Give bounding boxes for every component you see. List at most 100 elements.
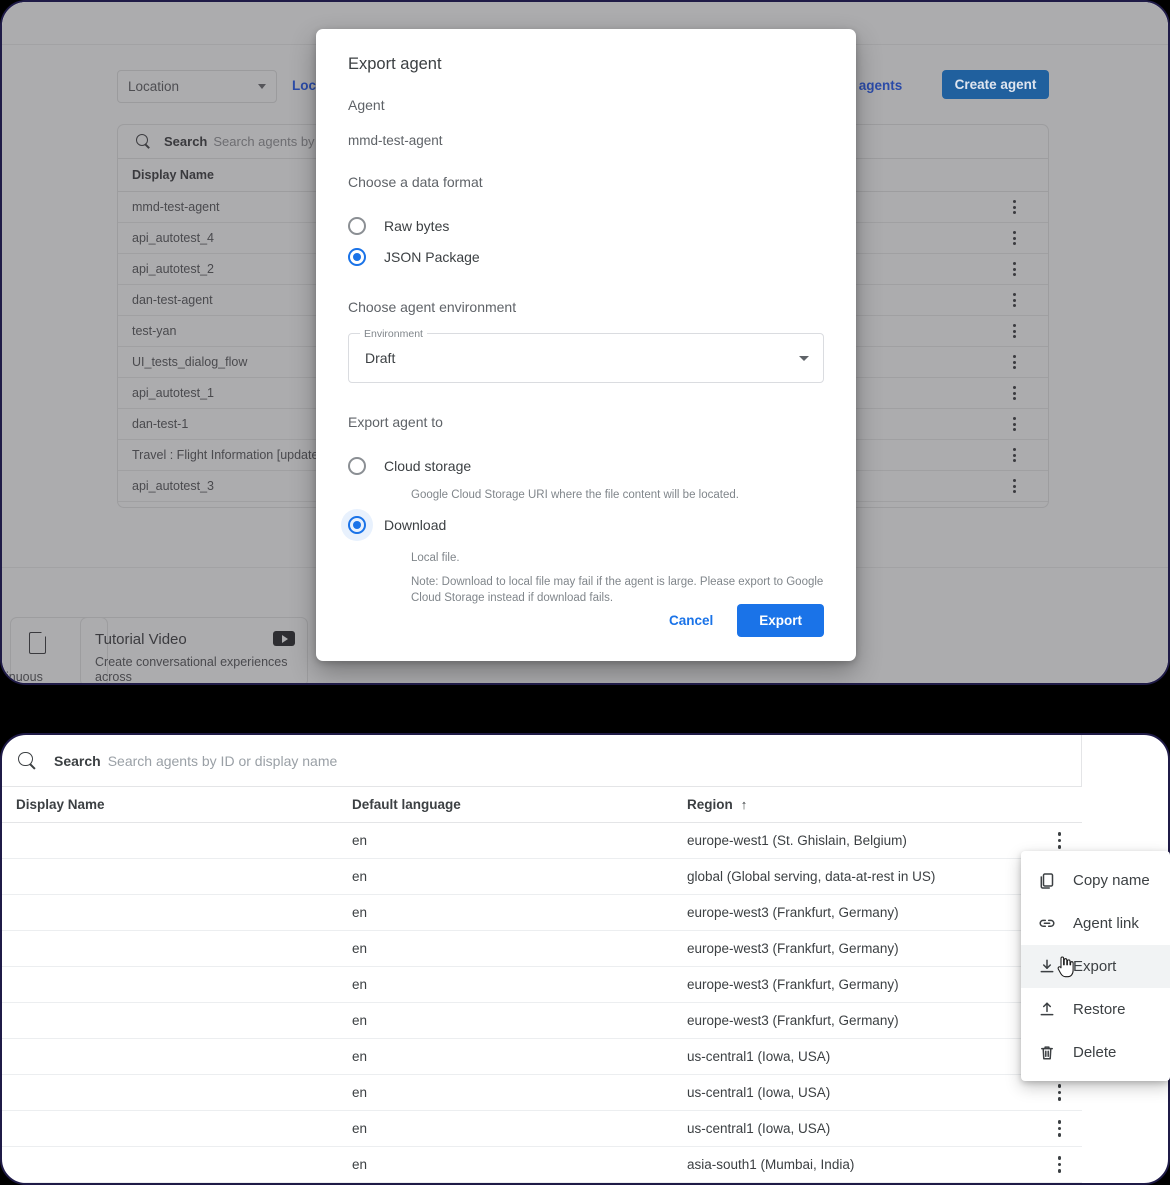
radio-checked-icon[interactable] (348, 247, 366, 266)
row-menu-icon[interactable] (1013, 200, 1016, 214)
menu-item-export[interactable]: Export (1021, 945, 1170, 988)
cell-region: europe-west1 (St. Ghislain, Belgium) (687, 833, 907, 848)
radio-option-json-package[interactable]: JSON Package (348, 241, 824, 272)
row-menu-icon[interactable] (1013, 448, 1016, 462)
search-label: Search (164, 134, 208, 149)
tutorial-video-subtitle: Create conversational experiences across (95, 655, 288, 684)
agent-section-label: Agent (348, 97, 385, 113)
row-menu-icon[interactable] (1013, 324, 1016, 338)
menu-item-label: Delete (1073, 1044, 1117, 1061)
cell-default-language: en (352, 977, 368, 992)
radio-option-raw-bytes[interactable]: Raw bytes (348, 210, 824, 241)
row-menu-icon[interactable] (1013, 479, 1016, 493)
column-header-region[interactable]: Region ↑ (687, 797, 1037, 812)
column-header-display-name: Display Name (132, 168, 214, 182)
cell-region: europe-west3 (Frankfurt, Germany) (687, 977, 899, 992)
cell-region: global (Global serving, data-at-rest in … (687, 869, 936, 884)
youtube-play-icon (273, 631, 295, 646)
cell-region: us-central1 (Iowa, USA) (687, 1049, 831, 1064)
location-filter-label: Location (128, 79, 180, 94)
radio-unchecked-icon[interactable] (348, 216, 366, 235)
table-row[interactable]: en us-central1 (Iowa, USA) (2, 1039, 1082, 1075)
top-screenshot-panel: Location Loca -built agents Create agent… (0, 0, 1170, 685)
cell-default-language: en (352, 1049, 368, 1064)
data-format-radio-group: Raw bytes JSON Package (348, 210, 824, 272)
download-note: Note: Download to local file may fail if… (411, 576, 824, 604)
more-vert-icon (1057, 1120, 1062, 1137)
cell-region: europe-west3 (Frankfurt, Germany) (687, 905, 899, 920)
cell-default-language: en (352, 941, 368, 956)
menu-item-restore[interactable]: Restore (1021, 988, 1170, 1031)
cell-default-language: en (352, 833, 368, 848)
environment-section-label: Choose agent environment (348, 299, 517, 315)
row-menu-button[interactable] (1037, 832, 1082, 849)
row-menu-icon[interactable] (1013, 231, 1016, 245)
radio-option-download[interactable]: Download (341, 508, 824, 541)
row-menu-icon[interactable] (1013, 293, 1016, 307)
table-row[interactable]: en global (Global serving, data-at-rest … (2, 859, 1082, 895)
tutorial-video-card[interactable]: Tutorial Video Create conversational exp… (80, 617, 308, 684)
table-row[interactable]: en asia-south1 (Mumbai, India) (2, 1147, 1082, 1183)
tutorial-video-title: Tutorial Video (95, 631, 187, 648)
row-menu-button[interactable] (1037, 1084, 1082, 1101)
menu-item-copy-name[interactable]: Copy name (1021, 859, 1170, 902)
chevron-down-icon[interactable] (799, 355, 809, 361)
search-icon (136, 134, 151, 149)
environment-select[interactable]: Environment Draft (348, 328, 824, 383)
row-menu-icon[interactable] (1013, 355, 1016, 369)
bottom-search-bar[interactable]: Search Search agents by ID or display na… (2, 735, 1082, 787)
search-icon (18, 751, 36, 770)
menu-item-delete[interactable]: Delete (1021, 1031, 1170, 1074)
menu-item-label: Export (1073, 958, 1117, 975)
table-row[interactable]: en europe-west3 (Frankfurt, Germany) (2, 967, 1082, 1003)
agents-list-container: Search Search agents by ID or display na… (2, 735, 1082, 1183)
radio-label: Raw bytes (384, 217, 450, 234)
row-context-menu: Copy name Agent link Export Restore Dele… (1021, 851, 1170, 1081)
menu-item-label: Agent link (1073, 915, 1139, 932)
export-to-radio-group: Cloud storage Google Cloud Storage URI w… (341, 450, 824, 606)
row-menu-button[interactable] (1037, 1120, 1082, 1137)
table-row[interactable]: en europe-west3 (Frankfurt, Germany) (2, 931, 1082, 967)
row-menu-icon[interactable] (1013, 417, 1016, 431)
export-button[interactable]: Export (737, 604, 824, 637)
cell-default-language: en (352, 1013, 368, 1028)
more-vert-icon (1057, 1156, 1062, 1173)
cancel-button[interactable]: Cancel (659, 605, 723, 636)
menu-item-agent-link[interactable]: Agent link (1021, 902, 1170, 945)
cell-region: europe-west3 (Frankfurt, Germany) (687, 1013, 899, 1028)
column-header-default-language[interactable]: Default language (352, 797, 687, 812)
radio-label: Download (384, 516, 447, 533)
radio-unchecked-icon[interactable] (348, 456, 366, 475)
create-agent-button[interactable]: Create agent (942, 70, 1049, 99)
radio-label: JSON Package (384, 248, 480, 265)
radio-option-cloud-storage[interactable]: Cloud storage (348, 450, 824, 481)
column-header-region-label: Region (687, 797, 733, 812)
table-row[interactable]: en us-central1 (Iowa, USA) (2, 1111, 1082, 1147)
bottom-table-header: Display Name Default language Region ↑ (2, 787, 1082, 823)
environment-field-legend: Environment (360, 328, 427, 340)
link-icon (1037, 914, 1057, 934)
row-menu-icon[interactable] (1013, 262, 1016, 276)
menu-item-label: Restore (1073, 1001, 1126, 1018)
column-header-display-name[interactable]: Display Name (2, 797, 352, 812)
table-row[interactable]: en europe-west3 (Frankfurt, Germany) (2, 1003, 1082, 1039)
menu-item-label: Copy name (1073, 872, 1150, 889)
row-menu-icon[interactable] (1013, 386, 1016, 400)
documentation-card-label: inuous (6, 670, 43, 684)
copy-icon (1037, 871, 1057, 891)
table-row[interactable]: en us-central1 (Iowa, USA) (2, 1075, 1082, 1111)
more-vert-icon (1057, 1084, 1062, 1101)
data-format-section-label: Choose a data format (348, 174, 483, 190)
radio-checked-icon[interactable] (341, 508, 373, 541)
document-icon (29, 631, 47, 654)
bottom-screenshot-panel: Search Search agents by ID or display na… (0, 733, 1170, 1185)
upload-icon (1037, 1000, 1057, 1020)
row-menu-button[interactable] (1037, 1156, 1082, 1173)
location-filter-dropdown[interactable]: Location (117, 70, 277, 103)
cell-region: asia-south1 (Mumbai, India) (687, 1157, 855, 1172)
table-row[interactable]: en europe-west3 (Frankfurt, Germany) (2, 895, 1082, 931)
table-row[interactable]: en europe-west1 (St. Ghislain, Belgium) (2, 823, 1082, 859)
cell-default-language: en (352, 905, 368, 920)
dialog-actions: Cancel Export (659, 604, 824, 637)
download-hint: Local file. (411, 552, 460, 564)
